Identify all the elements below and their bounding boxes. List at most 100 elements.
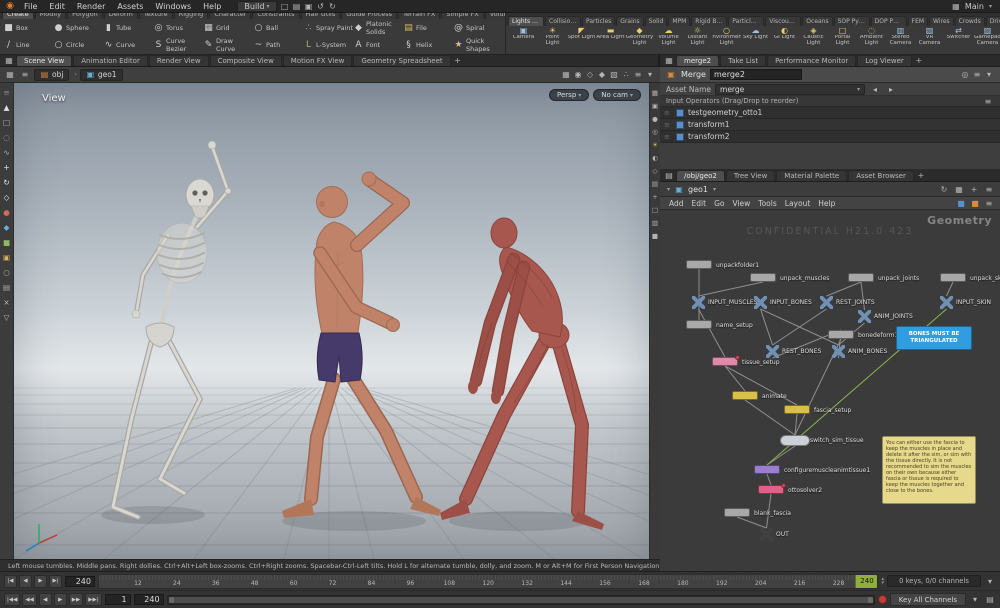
pose-tool-icon[interactable]: ● [0,205,13,219]
node-anim-joints[interactable]: ANIM_JOINTS [858,310,913,323]
network-note-bones[interactable]: BONES MUST BE TRIANGULATED [896,326,972,350]
pane-menu-icon[interactable]: ▦ [663,55,675,66]
net-menu-go[interactable]: Go [710,199,728,208]
playback-button[interactable]: ◀ [38,593,52,606]
net-menu-add[interactable]: Add [665,199,688,208]
grid-toggle-icon[interactable]: ▤ [650,178,660,189]
shelf-tool-ambient-light[interactable]: ◌ Ambient Light [857,27,886,53]
node-configuremuscleanimtissue1[interactable]: configuremuscleanimtissue1 [754,465,870,474]
new-pane-tab-icon[interactable]: + [913,55,925,66]
pane-tab-composite-view[interactable]: Composite View [209,55,282,66]
auto-key-toggle[interactable] [877,595,887,604]
display-shaded-icon[interactable]: ● [650,113,660,124]
construction-plane-icon[interactable]: ▧ [608,69,620,81]
node-tissue-setup[interactable]: tissue_setup [712,355,780,366]
pane-tab-motion-fx-view[interactable]: Motion FX View [282,55,353,66]
shelf-tool-camera[interactable]: ▣ Camera [509,27,538,53]
node-input-skin[interactable]: INPUT_SKIN [940,296,991,309]
shelf-tool-circle[interactable]: ○ Circle [53,40,103,50]
pane-menu-icon[interactable]: ▤ [663,169,675,181]
node-anim-bones[interactable]: ANIM_BONES [832,345,887,358]
net-tab-tree-view[interactable]: Tree View [725,170,776,181]
shelf-tool-gi-light[interactable]: ◐ GI Light [770,27,799,53]
network-options-icon[interactable]: ≡ [983,197,995,209]
menu-item-file[interactable]: File [18,2,43,11]
net-menu-edit[interactable]: Edit [688,199,711,208]
lasso-select-icon[interactable]: ◌ [0,130,13,144]
rotate-tool-icon[interactable]: ↻ [0,175,13,189]
shelf-tab-wires[interactable]: Wires [929,16,954,26]
shelf-tool-tube[interactable]: ▮ Tube [103,23,153,33]
shelf-tool-torus[interactable]: ◎ Torus [153,23,203,33]
shelf-tab-particle-fluids[interactable]: Particle Fluids [728,16,765,26]
input-operator-row-transform1[interactable]: ≡ transform1 [660,119,1000,131]
menu-item-assets[interactable]: Assets [111,2,149,11]
shelf-tab-crowds[interactable]: Crowds [954,16,985,26]
camera-lock-icon[interactable]: ▣ [650,100,660,111]
node-input-bones[interactable]: INPUT_BONES [754,296,812,309]
range-end-field[interactable] [133,594,164,605]
rig-tool-icon[interactable]: ◆ [0,220,13,234]
display-points-icon[interactable]: ∴ [620,69,632,81]
open-scene-icon[interactable]: ▤ [291,0,303,12]
node-rest-joints[interactable]: REST_JOINTS [820,296,875,309]
frame-step-button[interactable]: ▶ [34,574,47,588]
brush-select-icon[interactable]: ∿ [0,145,13,159]
inputs-menu-icon[interactable]: ≡ [982,95,994,107]
pane-layout-icon[interactable]: ▦ [4,69,16,81]
menu-item-render[interactable]: Render [71,2,111,11]
shadows-icon[interactable]: ◐ [650,152,660,163]
node-animate[interactable]: animate [732,391,787,400]
frame-step-button[interactable]: ▶| [49,574,62,588]
prev-asset-icon[interactable]: ◂ [869,83,881,95]
next-asset-icon[interactable]: ▸ [885,83,897,95]
shelf-tool-box[interactable]: ■ Box [3,23,53,33]
drag-handle-icon[interactable]: ≡ [664,121,672,129]
frame-step-button[interactable]: ◀ [19,574,32,588]
shelf-tool-path[interactable]: ~ Path [253,40,303,50]
pane-tab-geometry-spreadsheet[interactable]: Geometry Spreadsheet [353,55,451,66]
shelf-tab-oceans[interactable]: Oceans [802,16,833,26]
prim-snap-icon[interactable]: ◆ [596,69,608,81]
shelf-tool-spot-light[interactable]: ◤ Spot Light [567,27,596,53]
shelf-tool-spray-paint[interactable]: ∴ Spray Paint [303,23,353,33]
node-bonedeform1[interactable]: bonedeform1 [828,330,898,339]
undo-icon[interactable]: ↺ [315,0,327,12]
frame-step-button[interactable]: |◀ [4,574,17,588]
network-badge-orange-icon[interactable]: ■ [969,197,981,209]
secure-selection-icon[interactable]: ◉ [572,69,584,81]
scale-tool-icon[interactable]: ◇ [0,190,13,204]
timeline-ruler[interactable]: 240 12 24 36 48 60 72 84 96 108 120 132 144 156 168 18… [98,573,879,589]
shelf-tool-gamepad-camera[interactable]: ▨ Gamepad Camera [973,27,1000,53]
shelf-tab-collisions[interactable]: Collisions [545,16,581,26]
viewport-menu-icon[interactable]: ≡ [632,69,644,81]
delete-tool-icon[interactable]: × [0,295,13,309]
pane-tab-merge2[interactable]: merge2 [676,55,720,66]
node-blank-fascia[interactable]: blank_fascia [724,508,791,517]
desktop-selector[interactable]: Build ▾ [237,0,277,12]
shelf-tool-caustic-light[interactable]: ◈ Caustic Light [799,27,828,53]
asset-name-dropdown[interactable]: merge ▾ [715,83,866,95]
shelf-tab-fem[interactable]: FEM [907,16,929,26]
menu-item-help[interactable]: Help [197,2,227,11]
net-add-icon[interactable]: + [968,183,980,195]
no-cam-button[interactable]: No cam ▾ [593,89,641,101]
pane-handle-icon[interactable]: ≡ [0,85,13,99]
playback-button[interactable]: ▶ [53,593,67,606]
pane-tab-animation-editor[interactable]: Animation Editor [73,55,148,66]
net-menu-help[interactable]: Help [814,199,839,208]
lighting-icon[interactable]: ☀ [650,139,660,150]
sculpt-tool-icon[interactable]: ○ [0,265,13,279]
net-grid-icon[interactable]: ▦ [953,183,965,195]
paint-tool-icon[interactable]: ▣ [0,250,13,264]
shelf-tab-particles[interactable]: Particles [582,16,616,26]
shelf-tab-mpm[interactable]: MPM [668,16,691,26]
save-scene-icon[interactable]: ▣ [303,0,315,12]
shelf-tool-sky-light[interactable]: ☁ Sky Light [741,27,770,53]
snapshot-icon[interactable]: □ [650,204,660,215]
pane-tab-render-view[interactable]: Render View [148,55,209,66]
main-desktop-button[interactable]: ▦ Main ▾ [946,0,996,12]
param-gear-icon[interactable]: ≡ [971,69,983,81]
box-select-icon[interactable]: □ [0,115,13,129]
range-start-field[interactable] [104,594,131,605]
